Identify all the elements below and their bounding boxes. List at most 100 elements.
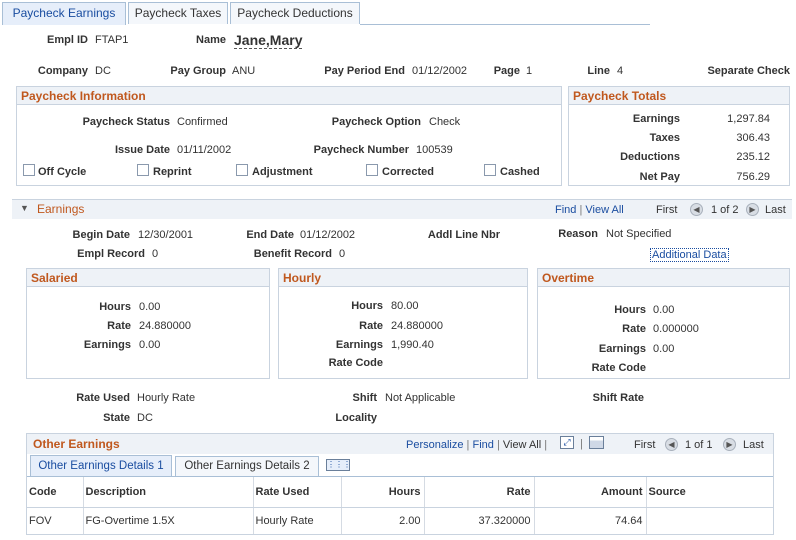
- cell-amount: 74.64: [534, 507, 647, 534]
- next-arrow-icon[interactable]: ▶: [746, 203, 759, 216]
- salaried-earnings-label: Earnings: [83, 339, 131, 351]
- grid-header-row: Code Description Rate Used Hours Rate Am…: [27, 477, 773, 508]
- totals-net-pay-label: Net Pay: [639, 171, 680, 183]
- column-header-hours[interactable]: Hours: [341, 477, 425, 508]
- hourly-rate-value: 24.880000: [391, 320, 443, 332]
- cell-rate: 37.320000: [424, 507, 535, 534]
- column-header-source[interactable]: Source: [646, 477, 773, 508]
- hourly-hours-value: 80.00: [391, 300, 419, 312]
- tab-other-earnings-details-1[interactable]: Other Earnings Details 1: [30, 455, 172, 477]
- corrected-checkbox[interactable]: [366, 164, 378, 176]
- reason-label: Reason: [558, 228, 598, 240]
- earnings-view-all-link[interactable]: View All: [585, 204, 623, 216]
- off-cycle-label: Off Cycle: [38, 166, 87, 178]
- paycheck-information-title: Paycheck Information: [17, 87, 561, 105]
- other-earnings-first-label[interactable]: First: [634, 439, 655, 451]
- salaried-title: Salaried: [27, 269, 269, 287]
- tab-other-earnings-details-2[interactable]: Other Earnings Details 2: [175, 456, 319, 476]
- shift-value: Not Applicable: [385, 392, 456, 404]
- totals-earnings-label: Earnings: [632, 113, 680, 125]
- cashed-checkbox[interactable]: [484, 164, 496, 176]
- column-header-rate-used[interactable]: Rate Used: [253, 477, 342, 508]
- other-earnings-find-link[interactable]: Find: [472, 439, 493, 451]
- line-value: 4: [617, 65, 624, 77]
- rate-used-label: Rate Used: [76, 392, 130, 404]
- benefit-record-value: 0: [339, 248, 346, 260]
- page-label: Page: [493, 65, 520, 77]
- earnings-find-link[interactable]: Find: [555, 204, 576, 216]
- hourly-earnings-label: Earnings: [335, 339, 383, 351]
- adjustment-checkbox[interactable]: [236, 164, 248, 176]
- state-label: State: [103, 412, 130, 424]
- addl-line-nbr-label: Addl Line Nbr: [427, 229, 500, 241]
- paycheck-status-value: Confirmed: [177, 116, 228, 128]
- download-spreadsheet-icon[interactable]: [589, 436, 604, 449]
- line-label: Line: [587, 65, 610, 77]
- earnings-title: Earnings: [37, 202, 85, 216]
- column-header-code[interactable]: Code: [27, 477, 84, 508]
- show-all-columns-icon[interactable]: ⋮⋮⋮: [326, 459, 351, 471]
- overtime-title: Overtime: [538, 269, 789, 287]
- corrected-label: Corrected: [382, 166, 434, 178]
- empl-id-value: FTAP1: [95, 34, 129, 46]
- overtime-rate-value: 0.000000: [653, 323, 699, 335]
- hourly-rate-code-label: Rate Code: [328, 357, 383, 369]
- shift-rate-label: Shift Rate: [592, 392, 644, 404]
- empl-record-value: 0: [152, 248, 159, 260]
- other-earnings-last-label[interactable]: Last: [743, 439, 764, 451]
- totals-deductions-label: Deductions: [620, 151, 680, 163]
- issue-date-value: 01/11/2002: [177, 144, 232, 156]
- salaried-rate-label: Rate: [107, 320, 131, 332]
- tab-paycheck-earnings[interactable]: Paycheck Earnings: [2, 2, 126, 25]
- totals-taxes-label: Taxes: [649, 132, 680, 144]
- salaried-rate-value: 24.880000: [139, 320, 191, 332]
- earnings-last-label[interactable]: Last: [765, 204, 786, 216]
- employee-name: Jane,Mary: [234, 32, 303, 49]
- paycheck-status-label: Paycheck Status: [82, 116, 170, 128]
- end-date-label: End Date: [246, 229, 294, 241]
- tab-paycheck-deductions[interactable]: Paycheck Deductions: [230, 2, 360, 24]
- salaried-hours-label: Hours: [99, 301, 131, 313]
- page-value: 1: [526, 65, 533, 77]
- begin-date-value: 12/30/2001: [138, 229, 194, 241]
- cell-code: FOV: [27, 507, 84, 534]
- other-earnings-grid: Code Description Rate Used Hours Rate Am…: [27, 477, 773, 534]
- state-value: DC: [137, 412, 153, 424]
- column-header-rate[interactable]: Rate: [424, 477, 535, 508]
- paycheck-option-label: Paycheck Option: [331, 116, 421, 128]
- cell-description: FG-Overtime 1.5X: [83, 507, 254, 534]
- nav-separator: |: [580, 438, 583, 450]
- rate-used-value: Hourly Rate: [137, 392, 196, 404]
- reprint-label: Reprint: [153, 166, 192, 178]
- salaried-hours-value: 0.00: [139, 301, 161, 313]
- company-value: DC: [95, 65, 111, 77]
- off-cycle-checkbox[interactable]: [23, 164, 35, 176]
- column-header-description[interactable]: Description: [83, 477, 254, 508]
- totals-net-pay-value: 756.29: [736, 171, 770, 183]
- collapse-triangle-icon[interactable]: ▼: [20, 203, 29, 213]
- additional-data-link[interactable]: Additional Data: [650, 248, 729, 262]
- tab-paycheck-taxes[interactable]: Paycheck Taxes: [128, 2, 228, 24]
- reprint-checkbox[interactable]: [137, 164, 149, 176]
- column-header-amount[interactable]: Amount: [534, 477, 647, 508]
- overtime-earnings-label: Earnings: [598, 343, 646, 355]
- totals-earnings-value: 1,297.84: [727, 113, 770, 125]
- table-row: FOV FG-Overtime 1.5X Hourly Rate 2.00 37…: [27, 507, 773, 534]
- previous-arrow-icon[interactable]: ◀: [665, 438, 678, 451]
- zoom-icon[interactable]: ⤢: [560, 436, 574, 449]
- earnings-first-label[interactable]: First: [656, 204, 677, 216]
- pay-group-label: Pay Group: [170, 65, 226, 77]
- reason-value: Not Specified: [606, 228, 672, 240]
- nav-separator: |: [544, 439, 548, 451]
- pay-period-end-label: Pay Period End: [324, 65, 405, 77]
- paycheck-option-value: Check: [429, 116, 461, 128]
- other-earnings-view-all[interactable]: View All: [503, 439, 541, 451]
- previous-arrow-icon[interactable]: ◀: [690, 203, 703, 216]
- adjustment-label: Adjustment: [252, 166, 313, 178]
- pay-period-end-value: 01/12/2002: [412, 65, 468, 77]
- hourly-title: Hourly: [279, 269, 527, 287]
- personalize-link[interactable]: Personalize: [406, 439, 463, 451]
- tab-baseline: [360, 24, 650, 25]
- other-earnings-counter: 1 of 1: [685, 439, 713, 451]
- next-arrow-icon[interactable]: ▶: [723, 438, 736, 451]
